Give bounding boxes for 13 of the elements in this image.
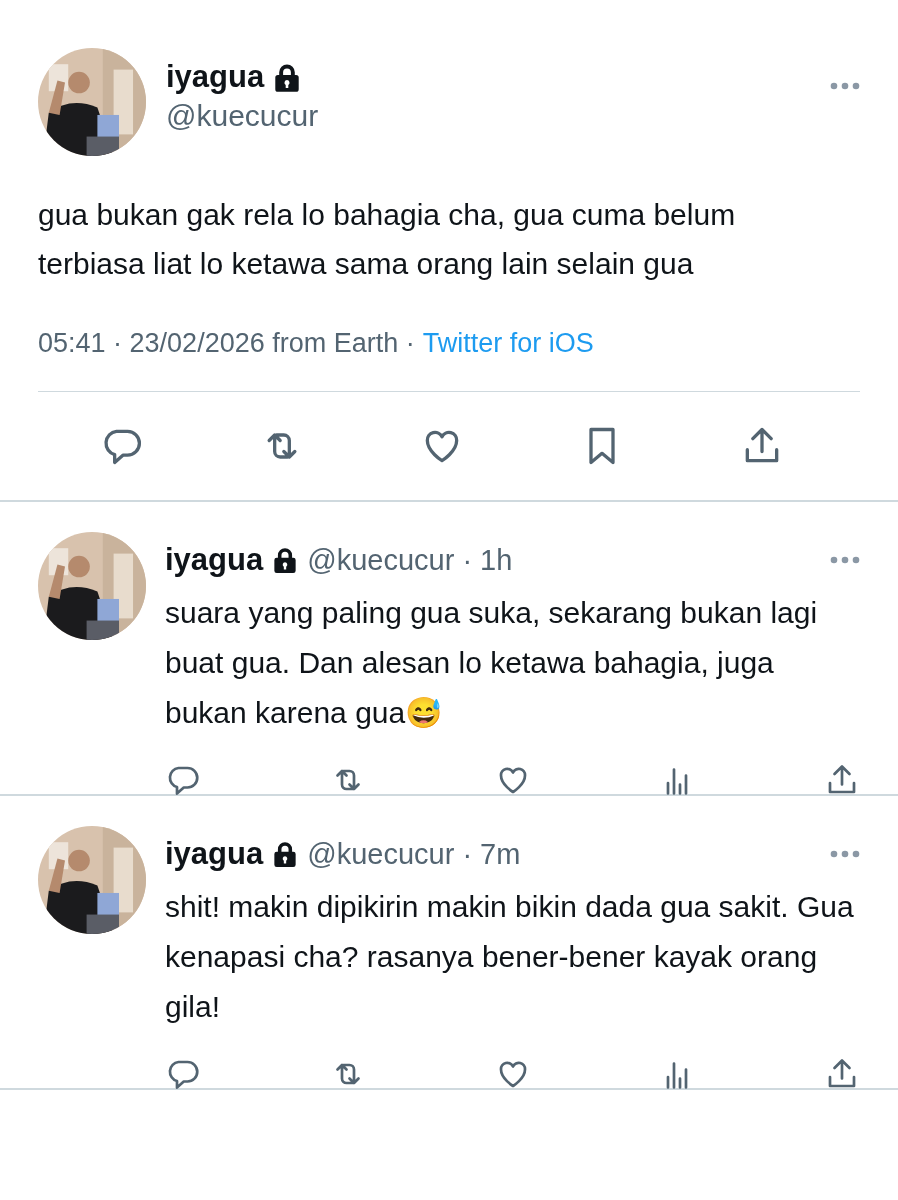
- more-icon[interactable]: [830, 850, 860, 858]
- more-icon[interactable]: [830, 556, 860, 564]
- username-and-time: @kuecucur · 7m: [307, 837, 521, 871]
- display-name[interactable]: iyagua: [166, 59, 265, 95]
- tweet-text: gua bukan gak rela lo bahagia cha, gua cuma belum terbiasa liat lo ketawa sama orang lain selain gua: [38, 197, 737, 282]
- display-name[interactable]: iyagua: [165, 836, 264, 872]
- username[interactable]: @kuecucur: [166, 99, 810, 133]
- timestamp: 05:41 · 23/02/2026 from Earth ·: [38, 328, 415, 359]
- display-name[interactable]: iyagua: [165, 542, 264, 578]
- tweet-text: suara yang paling gua suka, sekarang bukan lagi buat gua. Dan alesan lo ketawa bahagia, juga bukan karena gua😅: [165, 595, 819, 731]
- more-icon[interactable]: [830, 82, 860, 90]
- tweet-text: shit! makin dipikirin makin bikin dada gua sakit. Gua kenapasi cha? rasanya bener-bener kayak orang gila!: [165, 889, 855, 1025]
- username-and-time: @kuecucur · 1h: [307, 543, 513, 577]
